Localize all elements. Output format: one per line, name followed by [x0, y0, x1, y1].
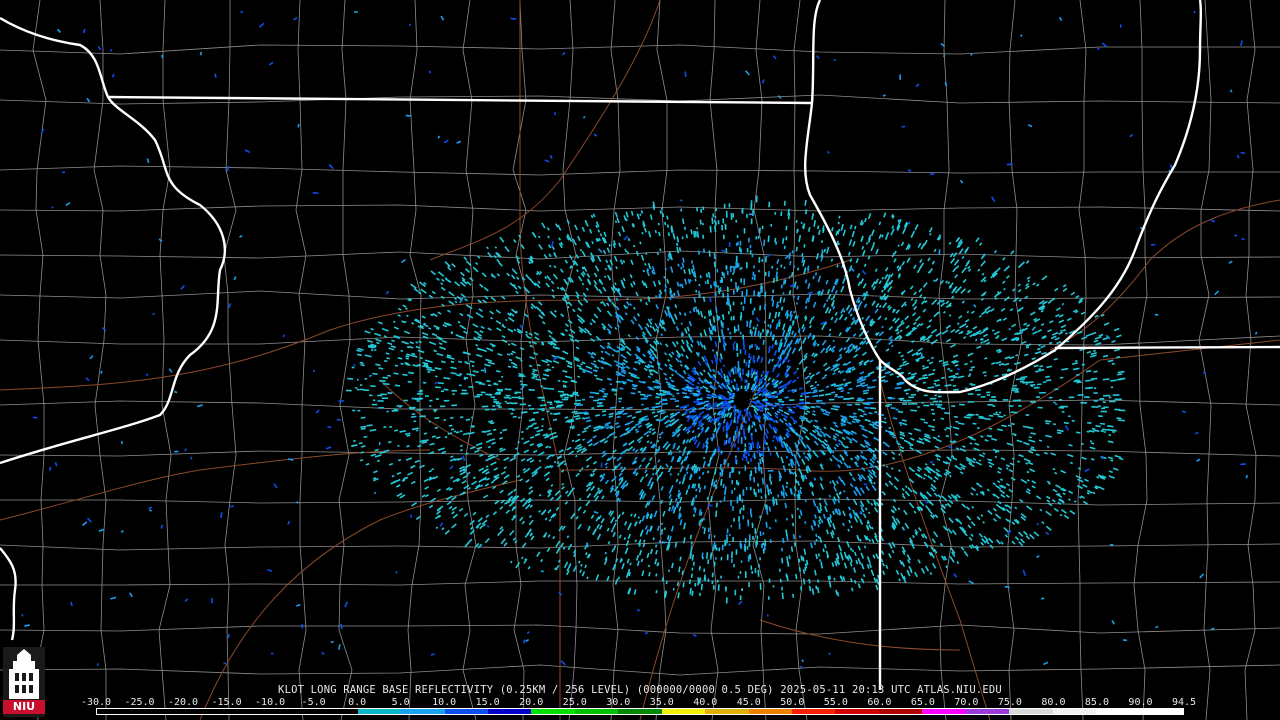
county-line [938, 0, 953, 720]
colorbar-tick-label: 10.0 [432, 697, 457, 708]
niu-logo-text: NIU [3, 700, 45, 714]
colorbar-segment [97, 709, 141, 714]
county-line [0, 664, 1280, 676]
colorbar-segment [444, 709, 488, 714]
colorbar-tick-label: -30.0 [80, 697, 112, 708]
radar-cone-of-silence [734, 390, 750, 410]
colorbar-segment [661, 709, 706, 714]
colorbar-segment [487, 709, 532, 714]
colorbar-segment [357, 709, 402, 714]
county-line [223, 0, 237, 720]
colorbar-tick-label: 65.0 [910, 697, 935, 708]
colorbar-segment [965, 709, 1010, 714]
colorbar-segment [705, 709, 749, 714]
colorbar-tick-label: 25.0 [562, 697, 587, 708]
colorbar-tick-label: 94.5 [1171, 697, 1197, 708]
colorbar-tick-label: 35.0 [649, 697, 674, 708]
county-line [158, 0, 172, 720]
colorbar-tick-label: 0.0 [348, 697, 367, 708]
colorbar-tick-label: -20.0 [167, 697, 199, 708]
radar-map [0, 0, 1280, 720]
county-line [0, 335, 1280, 346]
county-line [654, 0, 668, 720]
county-line [610, 0, 621, 720]
colorbar-segment [183, 709, 228, 714]
county-line [0, 580, 1280, 586]
colorbar-labels: -30.0 -25.0 -20.0 -15.0 -10.0 -5.0 0.0 5.0 10.0 1… [81, 697, 1196, 708]
colorbar-tick-label: 85.0 [1084, 697, 1109, 708]
county-line [295, 0, 307, 720]
county-line [407, 0, 422, 720]
county-line [1007, 0, 1023, 720]
county-line [0, 449, 1280, 457]
county-line [0, 165, 1280, 176]
county-line [338, 0, 353, 720]
colorbar-tick-label: 45.0 [736, 697, 761, 708]
county-line [1133, 0, 1148, 720]
county-line [1077, 0, 1087, 720]
colorbar-segment [835, 709, 879, 714]
colorbar-tick-label: 55.0 [823, 697, 848, 708]
colorbar-segment [314, 709, 358, 714]
colorbar-segment [227, 709, 271, 714]
michigan-indiana-border [1054, 345, 1280, 350]
county-line [0, 624, 1280, 635]
colorbar-tick-label: -10.0 [255, 697, 286, 708]
colorbar-segment [878, 709, 923, 714]
county-line [0, 290, 1280, 300]
colorbar-segment [1096, 709, 1140, 714]
colorbar-tick-label: -5.0 [301, 697, 326, 708]
county-line [462, 0, 477, 720]
lake-michigan-shoreline [804, 0, 1203, 394]
colorbar-tick-label: 5.0 [391, 697, 410, 708]
colorbar-segment [922, 709, 966, 714]
county-line [0, 399, 1280, 411]
colorbar-segment [574, 709, 619, 714]
county-line [707, 0, 720, 720]
colorbar-tick-label: -15.0 [211, 697, 242, 708]
colorbar-segment [270, 709, 315, 714]
colorbar-segment [1139, 709, 1183, 714]
colorbar-tick-label: 90.0 [1128, 697, 1153, 708]
colorbar-tick-label: 75.0 [997, 697, 1022, 708]
colorbar-tick-label: 60.0 [867, 697, 892, 708]
colorbar-tick-label: 30.0 [606, 697, 631, 708]
colorbar-tick-label: 15.0 [475, 697, 500, 708]
colorbar-tick-label: 40.0 [693, 697, 718, 708]
missouri-border [0, 547, 17, 641]
county-line [0, 44, 1280, 55]
county-line [93, 0, 107, 720]
county-line [0, 250, 1280, 260]
reflectivity-colorbar [96, 708, 1184, 715]
colorbar-segment [140, 709, 184, 714]
colorbar-segment [531, 709, 575, 714]
colorbar-tick-label: 50.0 [780, 697, 805, 708]
colorbar-tick-label: -25.0 [124, 697, 155, 708]
county-line [0, 498, 1280, 506]
mississippi-river-border [0, 16, 227, 465]
colorbar-tick-label: 20.0 [519, 697, 544, 708]
colorbar-segment [792, 709, 836, 714]
colorbar-tick-label: 80.0 [1041, 697, 1066, 708]
product-caption: KLOT LONG RANGE BASE REFLECTIVITY (0.25K… [278, 684, 1002, 696]
colorbar-tick-label: 70.0 [954, 697, 979, 708]
county-line [752, 0, 767, 720]
colorbar-segment [1009, 709, 1053, 714]
colorbar-segment [401, 709, 445, 714]
county-line [1244, 0, 1257, 720]
county-line [0, 204, 1280, 212]
radar-site-marker [734, 390, 750, 410]
colorbar-segment [618, 709, 662, 714]
county-line [32, 0, 47, 720]
colorbar-segment [1052, 709, 1097, 714]
colorbar-segment [748, 709, 792, 714]
county-line [1198, 0, 1212, 720]
